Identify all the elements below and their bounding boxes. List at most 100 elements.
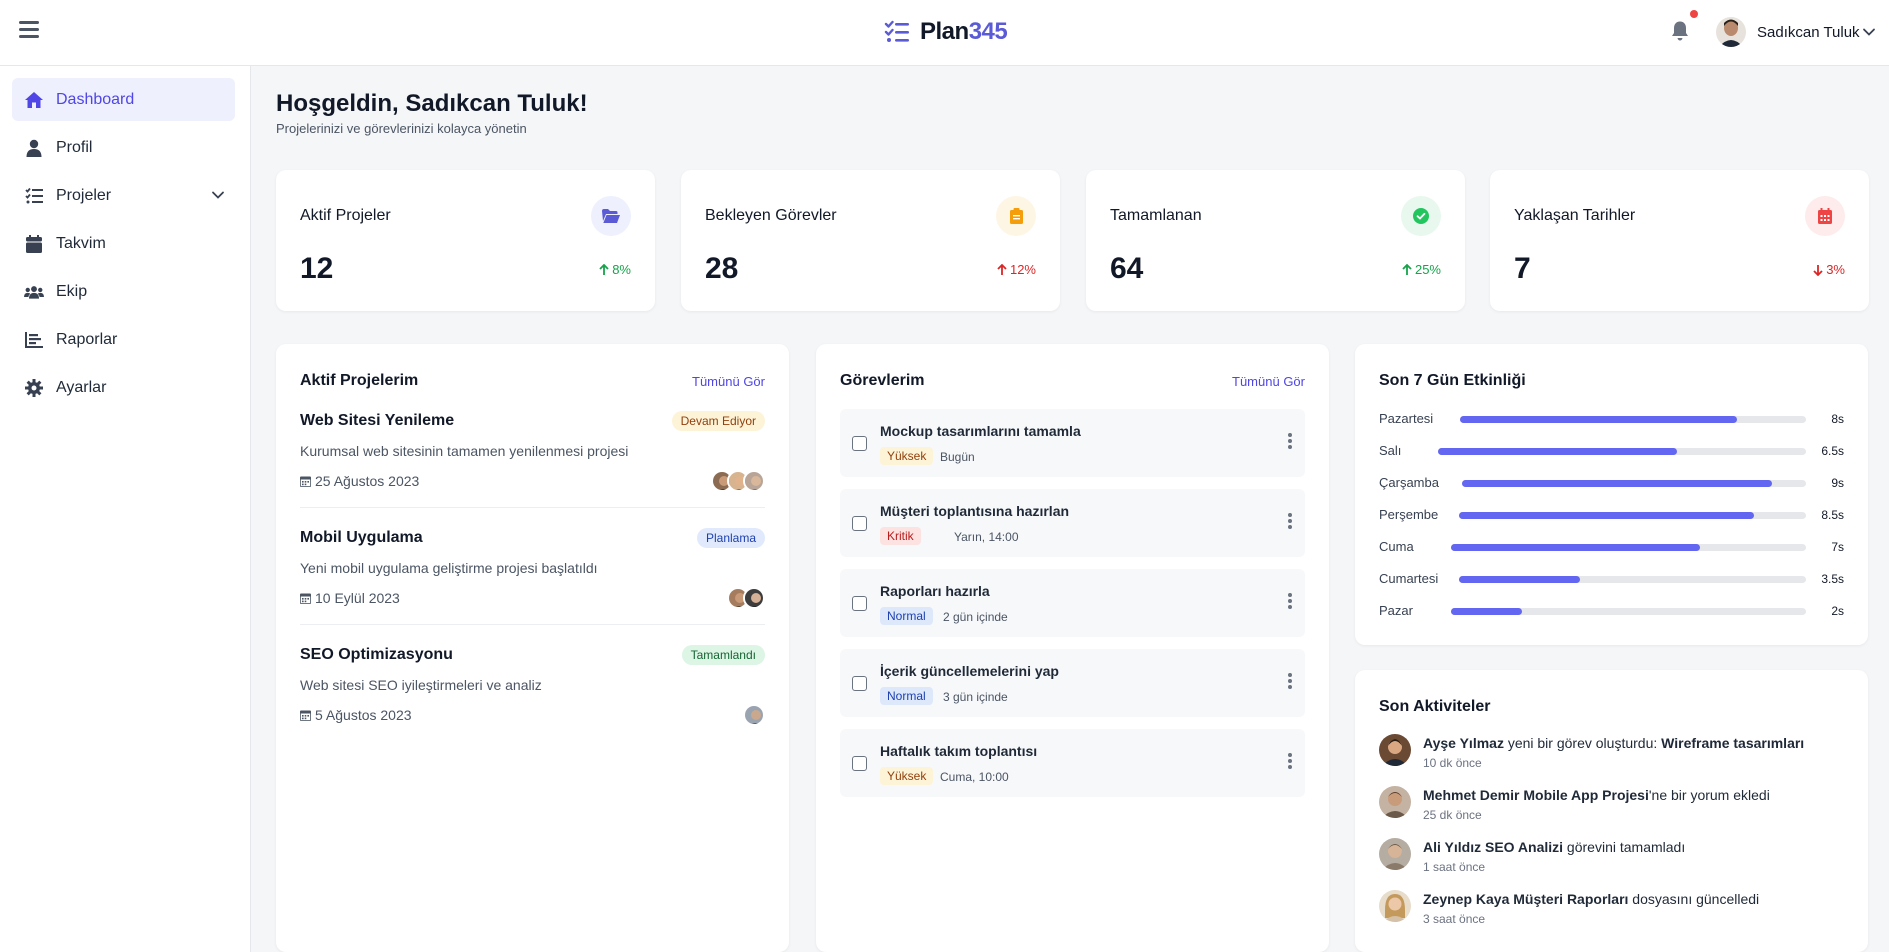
sidebar-item-raporlar[interactable]: Raporlar: [12, 318, 235, 361]
user-name[interactable]: Sadıkcan Tuluk: [1757, 24, 1860, 41]
day-label: Cuma: [1379, 539, 1414, 554]
activity-item[interactable]: Zeynep Kaya Müşteri Raporları dosyasını …: [1379, 890, 1844, 936]
task-item[interactable]: Raporları hazırla Normal 2 gün içinde: [840, 569, 1305, 637]
sidebar-item-label: Ekip: [56, 282, 88, 300]
project-name[interactable]: SEO Optimizasyonu: [300, 646, 453, 664]
more-vertical-icon[interactable]: [1287, 753, 1293, 771]
sidebar-item-profil[interactable]: Profil: [12, 126, 235, 169]
project-description: Yeni mobil uygulama geliştirme projesi b…: [300, 560, 598, 576]
stat-card-tamamlanan: Tamamlanan 64 25%: [1086, 170, 1465, 311]
stat-trend-value: 3%: [1826, 262, 1845, 277]
activity-bar-track: [1459, 512, 1806, 519]
stat-title: Tamamlanan: [1110, 207, 1202, 224]
project-item[interactable]: SEO Optimizasyonu Tamamlandı Web sitesi …: [300, 645, 765, 763]
activity-actor[interactable]: Ayşe Yılmaz: [1423, 735, 1504, 751]
project-description: Kurumsal web sitesinin tamamen yenilenme…: [300, 443, 629, 459]
task-checkbox[interactable]: [852, 596, 867, 611]
sidebar-item-label: Profil: [56, 138, 93, 156]
sidebar: Dashboard Profil Projeler Takvim Ekip Ra…: [0, 66, 251, 952]
project-item[interactable]: Web Sitesi Yenileme Devam Ediyor Kurumsa…: [300, 411, 765, 529]
projects-card: Aktif Projelerim Tümünü Gör Web Sitesi Y…: [276, 344, 789, 952]
activity-target[interactable]: Müşteri Raporları: [1513, 891, 1628, 907]
task-item[interactable]: İçerik güncellemelerini yap Normal 3 gün…: [840, 649, 1305, 717]
activity-target[interactable]: SEO Analizi: [1485, 839, 1563, 855]
stat-trend: 8%: [599, 262, 631, 277]
day-label: Perşembe: [1379, 507, 1439, 522]
sidebar-item-label: Takvim: [56, 234, 106, 252]
activity-actor[interactable]: Ali Yıldız: [1423, 839, 1481, 855]
task-due: Yarın, 14:00: [954, 530, 1019, 544]
stat-trend: 3%: [1813, 262, 1845, 277]
activity-actor[interactable]: Zeynep Kaya: [1423, 891, 1509, 907]
stat-value: 7: [1514, 252, 1531, 285]
view-all-projects-link[interactable]: Tümünü Gör: [692, 374, 765, 389]
sidebar-item-takvim[interactable]: Takvim: [12, 222, 235, 265]
activity-item[interactable]: Ali Yıldız SEO Analizi görevini tamamlad…: [1379, 838, 1844, 884]
project-item[interactable]: Mobil Uygulama Planlama Yeni mobil uygul…: [300, 528, 765, 646]
calendar-icon: [1805, 196, 1845, 236]
activity-bar: [1438, 448, 1678, 455]
more-vertical-icon[interactable]: [1287, 433, 1293, 451]
more-vertical-icon[interactable]: [1287, 673, 1293, 691]
stat-trend-value: 25%: [1414, 262, 1441, 277]
sidebar-item-ekip[interactable]: Ekip: [12, 270, 235, 313]
activity-post: görevini tamamladı: [1563, 839, 1686, 855]
user-avatar[interactable]: [1716, 17, 1746, 47]
chart-bar-icon: [24, 330, 44, 350]
arrow-up-icon: [1402, 263, 1412, 275]
task-checkbox[interactable]: [852, 516, 867, 531]
avatar: [743, 587, 765, 609]
more-vertical-icon[interactable]: [1287, 593, 1293, 611]
priority-badge: Yüksek: [880, 447, 934, 465]
sidebar-item-label: Dashboard: [56, 90, 135, 108]
activity-post: dosyasını güncelledi: [1628, 891, 1760, 907]
activity-item[interactable]: Mehmet Demir Mobile App Projesi'ne bir y…: [1379, 786, 1844, 832]
view-all-tasks-link[interactable]: Tümünü Gör: [1232, 374, 1305, 389]
activity-actor[interactable]: Mehmet Demir: [1423, 787, 1519, 803]
stat-title: Aktif Projeler: [300, 207, 391, 224]
card-title: Son Aktiviteler: [1379, 698, 1491, 715]
activity-target[interactable]: Wireframe tasarımları: [1661, 735, 1804, 751]
sidebar-item-projeler[interactable]: Projeler: [12, 174, 235, 217]
day-value: 9s: [1831, 476, 1844, 490]
chevron-down-icon[interactable]: [1862, 25, 1876, 39]
folder-open-icon: [591, 196, 631, 236]
activity-bar: [1462, 480, 1772, 487]
sidebar-item-ayarlar[interactable]: Ayarlar: [12, 366, 235, 409]
project-name[interactable]: Mobil Uygulama: [300, 529, 423, 547]
task-checkbox[interactable]: [852, 676, 867, 691]
menu-icon[interactable]: [19, 21, 39, 39]
task-item[interactable]: Müşteri toplantısına hazırlan Kritik Yar…: [840, 489, 1305, 557]
task-item[interactable]: Haftalık takım toplantısı Yüksek Cuma, 1…: [840, 729, 1305, 797]
more-vertical-icon[interactable]: [1287, 513, 1293, 531]
task-item[interactable]: Mockup tasarımlarını tamamla Yüksek Bugü…: [840, 409, 1305, 477]
task-checkbox[interactable]: [852, 436, 867, 451]
activity-target[interactable]: Mobile App Projesi: [1523, 787, 1649, 803]
sidebar-item-dashboard[interactable]: Dashboard: [12, 78, 235, 121]
day-label: Çarşamba: [1379, 475, 1439, 490]
status-badge: Devam Ediyor: [671, 411, 765, 431]
stat-trend-value: 8%: [612, 262, 631, 277]
users-icon: [24, 282, 44, 302]
activity-pre: yeni bir görev oluşturdu:: [1503, 735, 1662, 751]
activity-bar-track: [1462, 480, 1806, 487]
list-check-icon: [884, 20, 909, 42]
project-name[interactable]: Web Sitesi Yenileme: [300, 412, 454, 430]
activity-item[interactable]: Ayşe Yılmaz yeni bir görev oluşturdu: Wi…: [1379, 734, 1844, 780]
activity-bar: [1459, 512, 1754, 519]
day-value: 7s: [1831, 540, 1844, 554]
day-value: 8.5s: [1821, 508, 1844, 522]
status-badge: Planlama: [696, 528, 765, 548]
clipboard-icon: [996, 196, 1036, 236]
task-checkbox[interactable]: [852, 756, 867, 771]
day-value: 8s: [1831, 412, 1844, 426]
chevron-down-icon[interactable]: [211, 188, 225, 202]
bell-icon[interactable]: [1670, 20, 1690, 42]
avatar: [1379, 838, 1411, 870]
brand-logo[interactable]: Plan 345: [884, 18, 1008, 46]
activity-bar: [1459, 576, 1581, 583]
stat-card-bekleyen-gorevler: Bekleyen Görevler 28 12%: [681, 170, 1060, 311]
arrow-up-icon: [997, 263, 1007, 275]
activity-card: Son 7 Gün Etkinliği Pazartesi 8s Salı 6.5s Ç…: [1355, 344, 1868, 645]
divider: [300, 507, 765, 508]
